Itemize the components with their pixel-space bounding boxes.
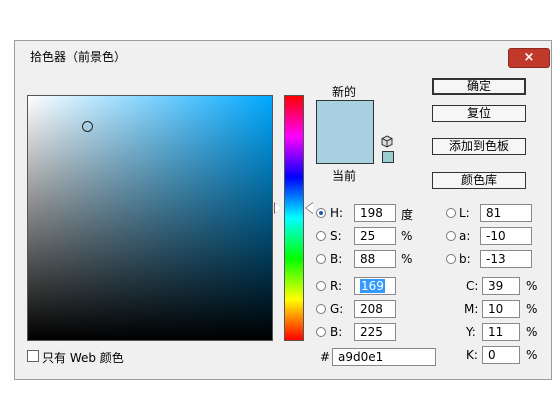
- lab-b-input[interactable]: -13: [480, 250, 532, 268]
- lab-l-label: L:: [459, 206, 470, 220]
- lab-l-radio[interactable]: [446, 208, 456, 218]
- black-input[interactable]: 0: [482, 346, 520, 364]
- ok-button[interactable]: 确定: [432, 78, 526, 95]
- lab-a-label: a:: [459, 229, 471, 243]
- brightness-input[interactable]: 88: [354, 250, 396, 268]
- black-label: K:: [466, 348, 478, 362]
- color-field[interactable]: [27, 95, 273, 341]
- web-colors-only-label: 只有 Web 颜色: [42, 351, 124, 365]
- lab-b-label: b:: [459, 252, 471, 266]
- magenta-input[interactable]: 10: [482, 300, 520, 318]
- hue-label: H:: [330, 206, 344, 220]
- current-color-swatch[interactable]: [317, 132, 373, 163]
- magenta-label: M:: [464, 302, 479, 316]
- yellow-input[interactable]: 11: [482, 323, 520, 341]
- blue-label: B:: [330, 325, 343, 339]
- current-color-label: 当前: [332, 169, 357, 183]
- hue-slider[interactable]: [284, 95, 304, 341]
- web-safe-color-swatch[interactable]: [382, 151, 394, 163]
- reset-button[interactable]: 复位: [432, 105, 526, 122]
- web-safe-cube-icon[interactable]: [381, 135, 393, 151]
- saturation-label: S:: [330, 229, 342, 243]
- hue-unit: 度: [401, 208, 414, 222]
- title-bar: 拾色器（前景色） ×: [14, 40, 552, 70]
- close-icon: ×: [523, 50, 535, 65]
- saturation-input[interactable]: 25: [354, 227, 396, 245]
- lab-a-radio[interactable]: [446, 231, 456, 241]
- brightness-radio[interactable]: [316, 254, 326, 264]
- color-field-cursor[interactable]: [82, 121, 93, 132]
- close-button[interactable]: ×: [508, 48, 550, 68]
- hex-input[interactable]: a9d0e1: [332, 348, 436, 366]
- lab-l-input[interactable]: 81: [480, 204, 532, 222]
- window-title: 拾色器（前景色）: [30, 50, 127, 64]
- cyan-input[interactable]: 39: [482, 277, 520, 295]
- green-input[interactable]: 208: [354, 300, 396, 318]
- brightness-label: B:: [330, 252, 343, 266]
- brightness-unit: %: [401, 252, 413, 266]
- black-unit: %: [526, 348, 538, 362]
- new-color-swatch: [317, 101, 373, 132]
- blue-input[interactable]: 225: [354, 323, 396, 341]
- hue-input[interactable]: 198: [354, 204, 396, 222]
- color-preview-swatch[interactable]: [316, 100, 374, 164]
- blue-radio[interactable]: [316, 327, 326, 337]
- color-libraries-button[interactable]: 颜色库: [432, 172, 526, 189]
- saturation-unit: %: [401, 229, 413, 243]
- green-radio[interactable]: [316, 304, 326, 314]
- red-radio[interactable]: [316, 281, 326, 291]
- new-color-label: 新的: [332, 85, 357, 99]
- saturation-radio[interactable]: [316, 231, 326, 241]
- yellow-label: Y:: [466, 325, 476, 339]
- red-input-value: 169: [360, 279, 385, 293]
- cyan-label: C:: [466, 279, 479, 293]
- cyan-unit: %: [526, 279, 538, 293]
- red-label: R:: [330, 279, 343, 293]
- hue-radio[interactable]: [316, 208, 326, 218]
- web-colors-only-checkbox[interactable]: [27, 350, 39, 362]
- green-label: G:: [330, 302, 344, 316]
- add-to-swatches-button[interactable]: 添加到色板: [432, 138, 526, 155]
- lab-a-input[interactable]: -10: [480, 227, 532, 245]
- magenta-unit: %: [526, 302, 538, 316]
- lab-b-radio[interactable]: [446, 254, 456, 264]
- hex-label: #: [320, 350, 331, 364]
- yellow-unit: %: [526, 325, 538, 339]
- red-input[interactable]: 169: [354, 277, 396, 295]
